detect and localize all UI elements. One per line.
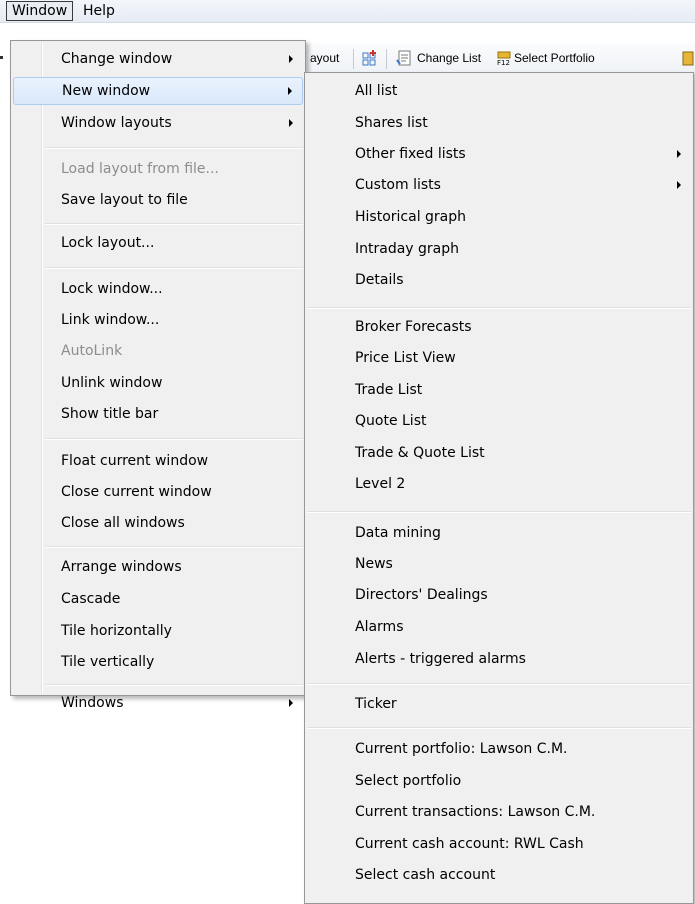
submenu-arrow-icon [677, 181, 681, 189]
menu-item-alarms[interactable]: Alarms [307, 613, 691, 641]
menu-item-intraday-graph[interactable]: Intraday graph [307, 235, 691, 263]
menu-item-arrange-windows[interactable]: Arrange windows [13, 553, 303, 581]
menu-separator [45, 684, 303, 686]
menu-item-windows[interactable]: Windows [13, 689, 303, 717]
portfolio-f12-icon[interactable]: F12 [496, 50, 512, 67]
menu-item-current-transactions[interactable]: Current transactions: Lawson C.M. [307, 798, 691, 826]
menu-item-link-window[interactable]: Link window... [13, 306, 303, 334]
menu-help[interactable]: Help [78, 2, 120, 20]
book-icon[interactable] [681, 50, 695, 66]
menu-item-label: Change window [61, 51, 173, 67]
menu-item-show-title-bar[interactable]: Show title bar [13, 400, 303, 428]
toolbar-separator [386, 49, 387, 69]
submenu-arrow-icon [289, 55, 293, 63]
menu-item-price-list-view[interactable]: Price List View [307, 344, 691, 372]
menu-item-all-list[interactable]: All list [307, 77, 691, 105]
change-list-button[interactable]: Change List [417, 51, 481, 65]
window-menu: Change window New window Window layouts … [10, 40, 306, 711]
menu-item-lock-layout[interactable]: Lock layout... [13, 229, 303, 257]
menu-separator [45, 223, 303, 225]
menu-item-trade-list[interactable]: Trade List [307, 376, 691, 404]
menu-item-window-layouts[interactable]: Window layouts [13, 109, 303, 137]
submenu-arrow-icon [677, 150, 681, 158]
menu-item-current-portfolio[interactable]: Current portfolio: Lawson C.M. [307, 735, 691, 763]
menu-item-other-fixed-lists[interactable]: Other fixed lists [307, 140, 691, 168]
menu-item-label: Window layouts [61, 115, 172, 131]
menu-separator [45, 267, 303, 269]
menu-item-alerts-triggered-alarms[interactable]: Alerts - triggered alarms [307, 645, 691, 673]
menu-item-autolink[interactable]: AutoLink [13, 337, 303, 365]
menu-separator [307, 727, 691, 729]
submenu-arrow-icon [289, 699, 293, 707]
menu-separator [307, 307, 691, 309]
menu-bar: Window Help [0, 0, 695, 23]
menu-item-change-window[interactable]: Change window [13, 45, 303, 73]
menu-item-select-cash-account[interactable]: Select cash account [307, 861, 691, 889]
menu-item-level-2[interactable]: Level 2 [307, 470, 691, 498]
menu-item-shares-list[interactable]: Shares list [307, 109, 691, 137]
menu-item-float-current-window[interactable]: Float current window [13, 447, 303, 475]
menu-separator [45, 546, 303, 548]
menu-separator [307, 511, 691, 513]
layout-button[interactable]: ayout [310, 51, 339, 65]
menu-item-close-current-window[interactable]: Close current window [13, 478, 303, 506]
grid-add-icon[interactable] [362, 50, 378, 66]
menu-separator [45, 438, 303, 440]
menu-item-label: Other fixed lists [355, 146, 466, 162]
menu-item-trade-quote-list[interactable]: Trade & Quote List [307, 439, 691, 467]
svg-text:F12: F12 [497, 59, 510, 66]
menu-item-quote-list[interactable]: Quote List [307, 407, 691, 435]
menu-item-close-all-windows[interactable]: Close all windows [13, 509, 303, 537]
menu-item-news[interactable]: News [307, 550, 691, 578]
menu-separator [45, 147, 303, 149]
menu-item-directors-dealings[interactable]: Directors' Dealings [307, 581, 691, 609]
toolbar-edge-mark [0, 56, 3, 59]
menu-item-current-cash-account[interactable]: Current cash account: RWL Cash [307, 830, 691, 858]
menu-separator [307, 683, 691, 685]
menu-window[interactable]: Window [6, 1, 74, 21]
menu-item-unlink-window[interactable]: Unlink window [13, 369, 303, 397]
menu-item-load-layout[interactable]: Load layout from file... [13, 155, 303, 183]
menu-item-tile-horizontally[interactable]: Tile horizontally [13, 617, 303, 645]
menu-item-tile-vertically[interactable]: Tile vertically [13, 648, 303, 676]
menu-item-new-window[interactable]: New window [13, 77, 303, 105]
menu-item-label: Windows [61, 695, 124, 711]
select-portfolio-button[interactable]: Select Portfolio [514, 51, 595, 65]
document-list-icon[interactable] [396, 50, 412, 66]
submenu-arrow-icon [289, 119, 293, 127]
menu-item-label: New window [62, 83, 151, 99]
menu-item-label: Custom lists [355, 177, 441, 193]
menu-item-historical-graph[interactable]: Historical graph [307, 203, 691, 231]
submenu-arrow-icon [288, 87, 292, 95]
menu-item-data-mining[interactable]: Data mining [307, 519, 691, 547]
toolbar-separator [353, 49, 354, 69]
menu-item-custom-lists[interactable]: Custom lists [307, 171, 691, 199]
menu-item-details[interactable]: Details [307, 266, 691, 294]
menu-item-cascade[interactable]: Cascade [13, 585, 303, 613]
menu-item-select-portfolio[interactable]: Select portfolio [307, 767, 691, 795]
menu-item-broker-forecasts[interactable]: Broker Forecasts [307, 313, 691, 341]
menu-item-lock-window[interactable]: Lock window... [13, 275, 303, 303]
new-window-submenu: All list Shares list Other fixed lists C… [304, 72, 694, 904]
menu-item-ticker[interactable]: Ticker [307, 690, 691, 718]
menu-item-save-layout[interactable]: Save layout to file [13, 186, 303, 214]
